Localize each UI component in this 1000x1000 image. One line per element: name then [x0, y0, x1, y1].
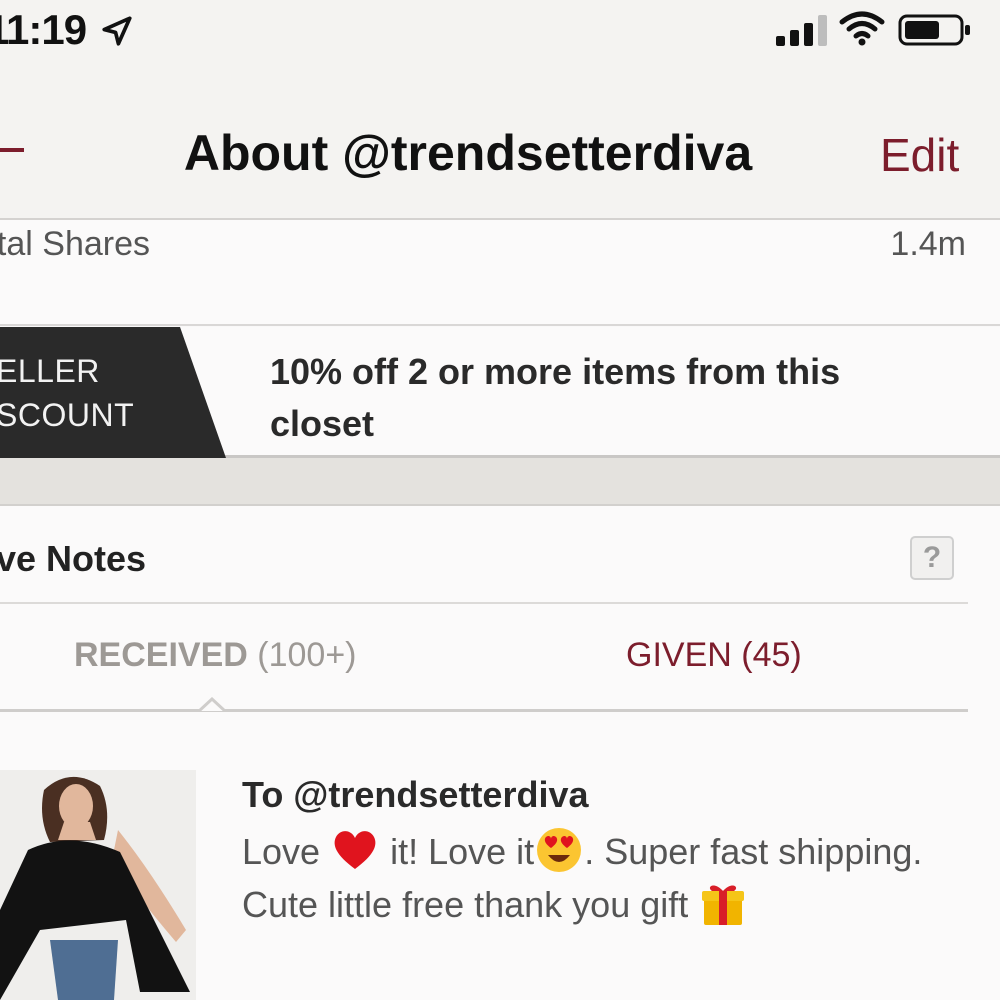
edit-button[interactable]: Edit — [880, 128, 959, 182]
note-text-1: Love — [242, 831, 321, 872]
tabs-underline — [0, 709, 968, 712]
heart-eyes-emoji-icon — [537, 828, 582, 873]
section-separator — [0, 458, 1000, 506]
heart-emoji-icon — [334, 831, 376, 870]
battery-icon — [898, 14, 970, 46]
help-button[interactable]: ? — [910, 536, 954, 580]
note-recipient: To @trendsetterdiva — [242, 774, 589, 815]
tab-given-count: (45) — [741, 636, 802, 674]
product-photo-icon — [0, 770, 196, 1000]
note-text-2: it! Love it — [390, 831, 535, 872]
tab-received[interactable]: RECEIVED (100+) — [74, 636, 357, 675]
divider — [0, 602, 968, 604]
section-title: ove Notes — [0, 538, 147, 579]
wifi-icon — [839, 11, 885, 46]
active-tab-caret-icon — [199, 697, 225, 713]
listing-thumbnail[interactable] — [0, 770, 196, 1000]
cell-signal-icon — [776, 15, 827, 46]
note-body: Love it! Love it . Super fast shipping. … — [242, 826, 942, 933]
discount-badge-line2: SCOUNT — [0, 397, 135, 433]
tab-received-count: (100+) — [257, 636, 357, 674]
stat-label: otal Shares — [0, 225, 150, 263]
gift-emoji-icon — [702, 885, 745, 925]
tab-received-label: RECEIVED — [74, 636, 248, 674]
tab-given[interactable]: GIVEN (45) — [626, 636, 802, 675]
discount-text: 10% off 2 or more items from this closet — [270, 351, 841, 444]
discount-badge-line1: ELLER — [0, 353, 100, 389]
location-arrow-icon — [102, 16, 132, 46]
stats-row — [0, 220, 1000, 326]
stat-value: 1.4m — [890, 225, 966, 263]
page-title: About @trendsetterdiva — [183, 125, 753, 181]
tab-given-label: GIVEN — [626, 636, 732, 674]
status-time: 11:19 — [0, 6, 87, 53]
